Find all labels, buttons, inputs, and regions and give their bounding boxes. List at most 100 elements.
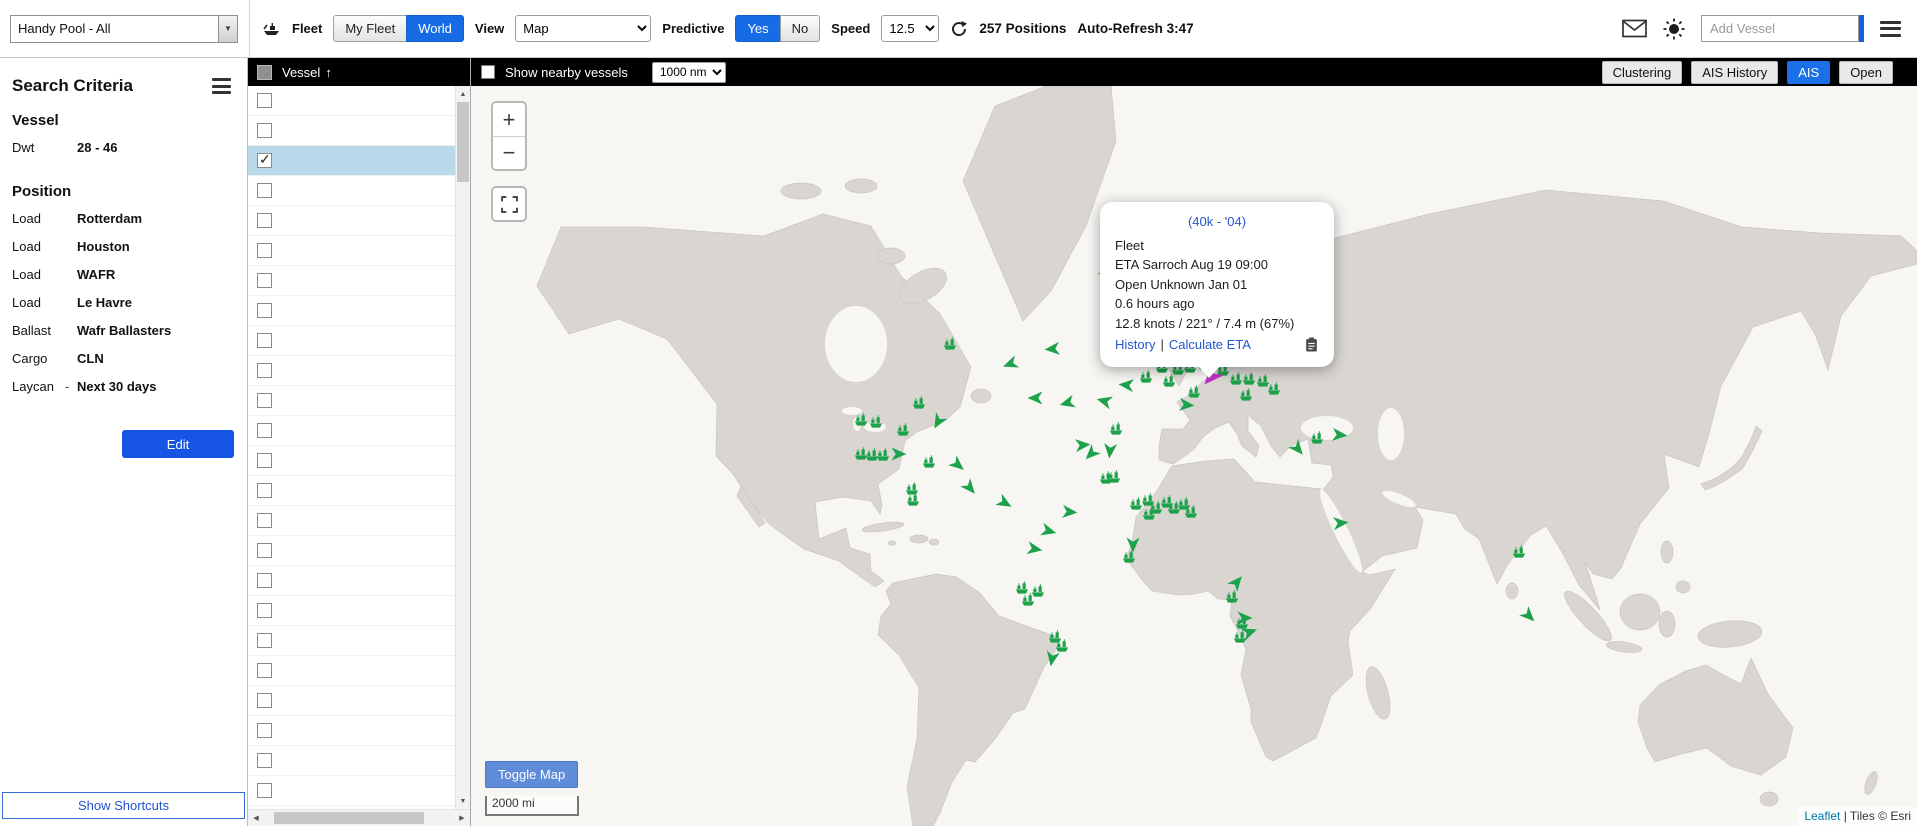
vessel-row-checkbox[interactable] bbox=[257, 423, 272, 438]
vessel-row-checkbox[interactable] bbox=[257, 663, 272, 678]
vessel-row-checkbox[interactable] bbox=[257, 483, 272, 498]
main-menu-icon[interactable] bbox=[1880, 21, 1901, 37]
vertical-scroll-thumb[interactable] bbox=[457, 102, 469, 182]
fullscreen-button[interactable] bbox=[491, 186, 527, 222]
vessel-row[interactable] bbox=[248, 476, 455, 506]
vessel-row[interactable] bbox=[248, 746, 455, 776]
pool-select[interactable]: Handy Pool - All ▼ bbox=[10, 15, 238, 43]
vessel-row-checkbox[interactable] bbox=[257, 303, 272, 318]
history-link[interactable]: History bbox=[1115, 335, 1155, 355]
vessel-marker-arrow[interactable] bbox=[1095, 391, 1115, 411]
vessel-row[interactable] bbox=[248, 356, 455, 386]
horizontal-scroll-thumb[interactable] bbox=[274, 812, 424, 824]
vessel-marker-arrow[interactable] bbox=[1287, 437, 1310, 460]
vessel-marker-ship[interactable] bbox=[896, 423, 911, 438]
ais-history-button[interactable]: AIS History bbox=[1691, 61, 1778, 84]
vessel-marker-ship[interactable] bbox=[906, 492, 921, 507]
vessel-marker-arrow[interactable] bbox=[891, 446, 907, 462]
vessel-row[interactable] bbox=[248, 176, 455, 206]
vessel-row[interactable] bbox=[248, 536, 455, 566]
vessel-row[interactable] bbox=[248, 506, 455, 536]
select-all-checkbox[interactable] bbox=[257, 65, 272, 80]
vessel-row[interactable] bbox=[248, 386, 455, 416]
vessel-row[interactable] bbox=[248, 596, 455, 626]
vessel-marker-arrow[interactable] bbox=[1057, 394, 1077, 414]
world-button[interactable]: World bbox=[406, 15, 464, 42]
vessel-row[interactable] bbox=[248, 686, 455, 716]
predictive-yes-button[interactable]: Yes bbox=[735, 15, 780, 42]
vessel-row-checkbox[interactable] bbox=[257, 633, 272, 648]
vessel-row[interactable] bbox=[248, 206, 455, 236]
vessel-row[interactable] bbox=[248, 446, 455, 476]
vessel-sort-header[interactable]: Vessel ↑ bbox=[282, 65, 332, 80]
chevron-down-icon[interactable]: ▼ bbox=[218, 16, 237, 42]
vessel-row[interactable] bbox=[248, 716, 455, 746]
sidebar-menu-icon[interactable] bbox=[212, 78, 231, 94]
vessel-row[interactable] bbox=[248, 776, 455, 806]
vessel-row[interactable] bbox=[248, 236, 455, 266]
vessel-marker-ship[interactable] bbox=[1309, 430, 1324, 445]
vessel-row[interactable] bbox=[248, 626, 455, 656]
clipboard-icon[interactable] bbox=[1304, 337, 1319, 352]
toggle-map-button[interactable]: Toggle Map bbox=[485, 761, 578, 788]
vessel-row-checkbox[interactable] bbox=[257, 753, 272, 768]
add-vessel-input[interactable] bbox=[1701, 15, 1859, 42]
vessel-row[interactable] bbox=[248, 116, 455, 146]
vessel-row-checkbox[interactable] bbox=[257, 273, 272, 288]
scroll-left-icon[interactable]: ◀ bbox=[249, 810, 263, 826]
vessel-marker-arrow[interactable] bbox=[1044, 340, 1061, 357]
vessel-marker-arrow[interactable] bbox=[1040, 521, 1060, 541]
zoom-out-button[interactable]: − bbox=[493, 136, 525, 169]
vessel-marker-ship[interactable] bbox=[1142, 507, 1157, 522]
vessel-row-checkbox[interactable] bbox=[257, 93, 272, 108]
vessel-marker-arrow[interactable] bbox=[1178, 396, 1195, 413]
vessel-marker-arrow[interactable] bbox=[994, 492, 1016, 514]
vessel-marker-ship[interactable] bbox=[1239, 387, 1254, 402]
vessel-row-checkbox[interactable] bbox=[257, 393, 272, 408]
vessel-marker-arrow[interactable] bbox=[947, 454, 970, 477]
vessel-row-checkbox[interactable] bbox=[257, 513, 272, 528]
vessel-marker-arrow[interactable] bbox=[1027, 390, 1043, 406]
scroll-down-icon[interactable]: ▼ bbox=[456, 794, 470, 808]
vessel-marker-ship[interactable] bbox=[876, 447, 891, 462]
my-fleet-button[interactable]: My Fleet bbox=[333, 15, 407, 42]
vessel-row[interactable] bbox=[248, 86, 455, 116]
vessel-row-checkbox[interactable] bbox=[257, 363, 272, 378]
zoom-in-button[interactable]: + bbox=[493, 103, 525, 136]
vessel-row-checkbox[interactable] bbox=[257, 723, 272, 738]
vessel-row-checkbox[interactable] bbox=[257, 453, 272, 468]
vessel-marker-ship[interactable] bbox=[922, 454, 937, 469]
scroll-right-icon[interactable]: ▶ bbox=[455, 810, 469, 826]
vessel-marker-arrow[interactable] bbox=[1101, 442, 1118, 459]
vessel-marker-arrow[interactable] bbox=[1000, 353, 1021, 374]
brightness-icon[interactable] bbox=[1663, 18, 1685, 40]
vessel-marker-arrow[interactable] bbox=[1061, 504, 1078, 521]
vessel-row[interactable] bbox=[248, 656, 455, 686]
vessel-row-checkbox[interactable] bbox=[257, 153, 272, 168]
vessel-marker-ship[interactable] bbox=[1107, 469, 1122, 484]
vessel-marker-ship[interactable] bbox=[1108, 422, 1123, 437]
vessel-row[interactable] bbox=[248, 416, 455, 446]
vessel-marker-ship[interactable] bbox=[868, 414, 883, 429]
ais-button[interactable]: AIS bbox=[1787, 61, 1830, 84]
vessel-marker-arrow[interactable] bbox=[1333, 514, 1350, 531]
vessel-marker-ship[interactable] bbox=[1512, 545, 1527, 560]
popup-vessel-title[interactable]: (40k - '04) bbox=[1115, 212, 1319, 232]
vessel-marker-ship[interactable] bbox=[1020, 593, 1035, 608]
vessel-row-checkbox[interactable] bbox=[257, 573, 272, 588]
mail-icon[interactable] bbox=[1622, 19, 1647, 38]
vessel-marker-arrow[interactable] bbox=[927, 411, 949, 433]
vessel-marker-arrow[interactable] bbox=[1518, 605, 1541, 628]
vessel-marker-arrow[interactable] bbox=[1240, 622, 1261, 643]
leaflet-link[interactable]: Leaflet bbox=[1804, 809, 1840, 823]
vessel-marker-arrow[interactable] bbox=[959, 477, 982, 500]
edit-button[interactable]: Edit bbox=[122, 430, 234, 458]
refresh-icon[interactable] bbox=[950, 20, 968, 38]
vessel-marker-arrow[interactable] bbox=[1026, 539, 1045, 558]
vessel-marker-ship[interactable] bbox=[942, 336, 957, 351]
vessel-marker-ship[interactable] bbox=[1139, 369, 1154, 384]
open-button[interactable]: Open bbox=[1839, 61, 1893, 84]
nearby-range-select[interactable]: 1000 nm bbox=[652, 62, 726, 83]
vessel-row[interactable] bbox=[248, 566, 455, 596]
speed-select[interactable]: 12.5 bbox=[881, 15, 939, 42]
